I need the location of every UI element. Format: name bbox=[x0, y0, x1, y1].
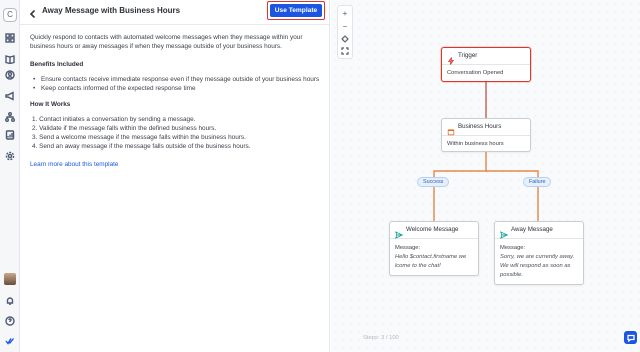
panel-header: Away Message with Business Hours Use Tem… bbox=[20, 0, 330, 25]
learn-more-link[interactable]: Learn more about this template bbox=[30, 160, 118, 169]
business-hours-node[interactable]: Business Hours Within business hours bbox=[441, 118, 531, 152]
benefits-list: Ensure contacts receive immediate respon… bbox=[30, 75, 320, 93]
list-item: 4. Send an away message if the message f… bbox=[32, 143, 251, 150]
node-title: Business Hours bbox=[458, 123, 502, 130]
node-body: Message: Sorry, we are currently away. W… bbox=[500, 244, 579, 280]
list-item: Keep contacts informed of the expected r… bbox=[30, 84, 320, 93]
message-text: Hello $contact.firstname we lcome to the… bbox=[395, 254, 467, 269]
help-icon[interactable] bbox=[4, 315, 16, 327]
back-arrow-icon[interactable] bbox=[28, 6, 40, 19]
book-icon[interactable] bbox=[4, 53, 16, 65]
list-item: 1. Contact initiates a conversation by s… bbox=[32, 116, 196, 123]
message-text: Sorry, we are currently away. We will re… bbox=[500, 254, 575, 278]
node-header: Business Hours bbox=[442, 119, 530, 136]
steps-list: 1. Contact initiates a conversation by s… bbox=[30, 115, 320, 151]
chat-icon bbox=[626, 334, 635, 342]
workflow-icon[interactable] bbox=[4, 111, 16, 123]
lightning-icon bbox=[447, 52, 455, 65]
list-item: 3. Send a welcome message if the message… bbox=[32, 134, 246, 141]
use-template-button[interactable]: Use Template bbox=[270, 4, 322, 17]
bell-icon[interactable] bbox=[4, 295, 16, 307]
away-message-node[interactable]: Away Message Message: Sorry, we are curr… bbox=[494, 221, 584, 285]
node-title: Away Message bbox=[511, 226, 553, 233]
use-template-highlight: Use Template bbox=[267, 1, 325, 20]
welcome-message-node[interactable]: Welcome Message Message: Hello $contact.… bbox=[389, 221, 479, 276]
grid-icon[interactable] bbox=[4, 32, 16, 44]
node-title: Welcome Message bbox=[406, 226, 459, 233]
settings-icon[interactable] bbox=[4, 150, 16, 162]
chat-widget-button[interactable] bbox=[624, 331, 637, 344]
node-header: Trigger bbox=[442, 48, 530, 65]
node-body: Within business hours bbox=[447, 141, 504, 147]
report-icon[interactable] bbox=[4, 129, 16, 141]
node-body: Conversation Opened bbox=[447, 70, 504, 76]
node-header: Welcome Message bbox=[390, 222, 478, 239]
contact-icon[interactable] bbox=[4, 69, 16, 81]
workspace-logo[interactable]: C bbox=[3, 8, 17, 22]
send-icon bbox=[395, 226, 404, 239]
how-it-works-heading: How It Works bbox=[30, 101, 71, 108]
calendar-icon bbox=[447, 123, 455, 136]
megaphone-icon[interactable] bbox=[4, 90, 16, 102]
template-detail-panel: Away Message with Business Hours Use Tem… bbox=[20, 0, 330, 352]
avatar[interactable] bbox=[4, 273, 16, 285]
node-body: Message: Hello $contact.firstname we lco… bbox=[395, 244, 474, 271]
message-label: Message: bbox=[500, 245, 526, 251]
workflow-canvas[interactable]: + − Trigger Conversation Opened Business… bbox=[331, 0, 640, 352]
send-icon bbox=[500, 226, 509, 239]
success-branch-label: Success bbox=[417, 177, 450, 187]
benefits-heading: Benefits Included bbox=[30, 61, 84, 68]
page-title: Away Message with Business Hours bbox=[42, 6, 181, 15]
list-item: 2. Validate if the message falls within … bbox=[32, 125, 217, 132]
list-item: Ensure contacts receive immediate respon… bbox=[30, 75, 320, 84]
node-header: Away Message bbox=[495, 222, 583, 239]
steps-counter: Steps: 3 / 100 bbox=[363, 335, 399, 341]
left-rail: C bbox=[0, 0, 20, 352]
template-description: Quickly respond to contacts with automat… bbox=[30, 33, 320, 169]
trigger-node[interactable]: Trigger Conversation Opened bbox=[441, 47, 531, 82]
check-icon[interactable] bbox=[4, 335, 16, 347]
node-title: Trigger bbox=[458, 52, 478, 59]
message-label: Message: bbox=[395, 245, 421, 251]
description-text: Quickly respond to contacts with automat… bbox=[30, 34, 303, 50]
failure-branch-label: Failure bbox=[523, 177, 552, 187]
